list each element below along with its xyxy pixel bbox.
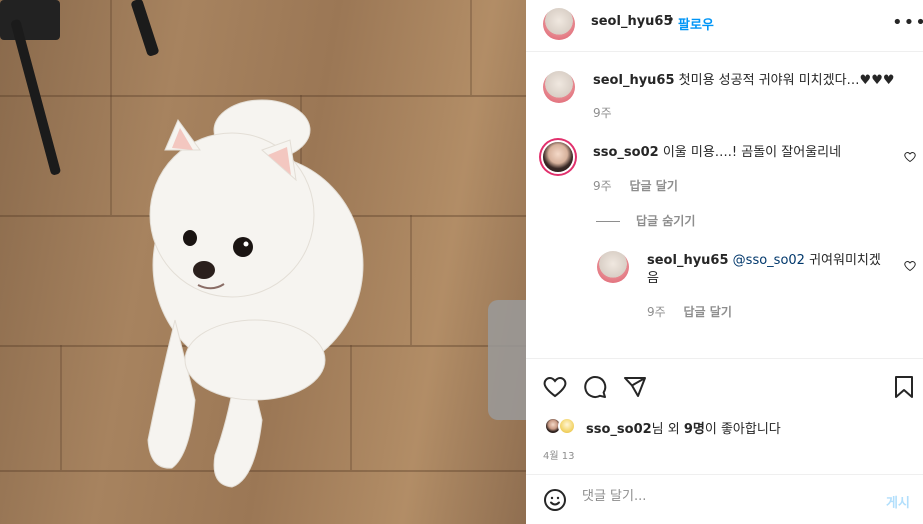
likes-suffix: 이 좋아합니다 [704,422,781,437]
reply-text: seol_hyu65 @sso_so02 귀여워미치겠 음 [647,252,887,288]
reply-to-reply-button[interactable]: 답글 달기 [684,305,732,319]
likes-count[interactable]: 9명 [684,422,705,437]
reply-mention[interactable]: @sso_so02 [733,253,805,268]
comment-input[interactable] [582,489,862,504]
post-date: 4월 13 [543,451,575,462]
likes-user[interactable]: sso_so02 [586,422,652,437]
reply-like-heart-icon[interactable] [904,260,916,275]
emoji-icon[interactable] [543,488,567,516]
reply-username[interactable]: seol_hyu65 [647,253,729,268]
reply-author-avatar[interactable] [597,251,629,283]
post-comment-button[interactable]: 게시 [886,492,910,511]
bookmark-icon[interactable] [893,375,915,403]
likes-middle: 님 외 [651,422,684,437]
heart-icon[interactable] [543,375,567,403]
reply-time: 9주 [647,305,666,319]
add-comment-bar: 게시 [526,474,923,524]
dog-illustration [147,99,364,488]
reply-item: seol_hyu65 @sso_so02 귀여워미치겠 음 9주 답글 달기 [526,0,923,330]
likes-text: sso_so02님 외 9명이 좋아합니다 [586,418,781,437]
reply-body-line2: 음 [647,271,659,286]
reply-meta: 9주 답글 달기 [647,303,746,320]
reply-body-line1: 귀여워미치겠 [809,253,881,268]
liker-avatar[interactable] [558,417,576,435]
share-icon[interactable] [623,375,647,403]
post-photo [0,0,526,524]
comment-icon[interactable] [583,375,607,403]
post-detail-panel: seol_hyu65 • 팔로우 ••• seol_hyu65 첫미용 성공적 … [526,0,923,524]
